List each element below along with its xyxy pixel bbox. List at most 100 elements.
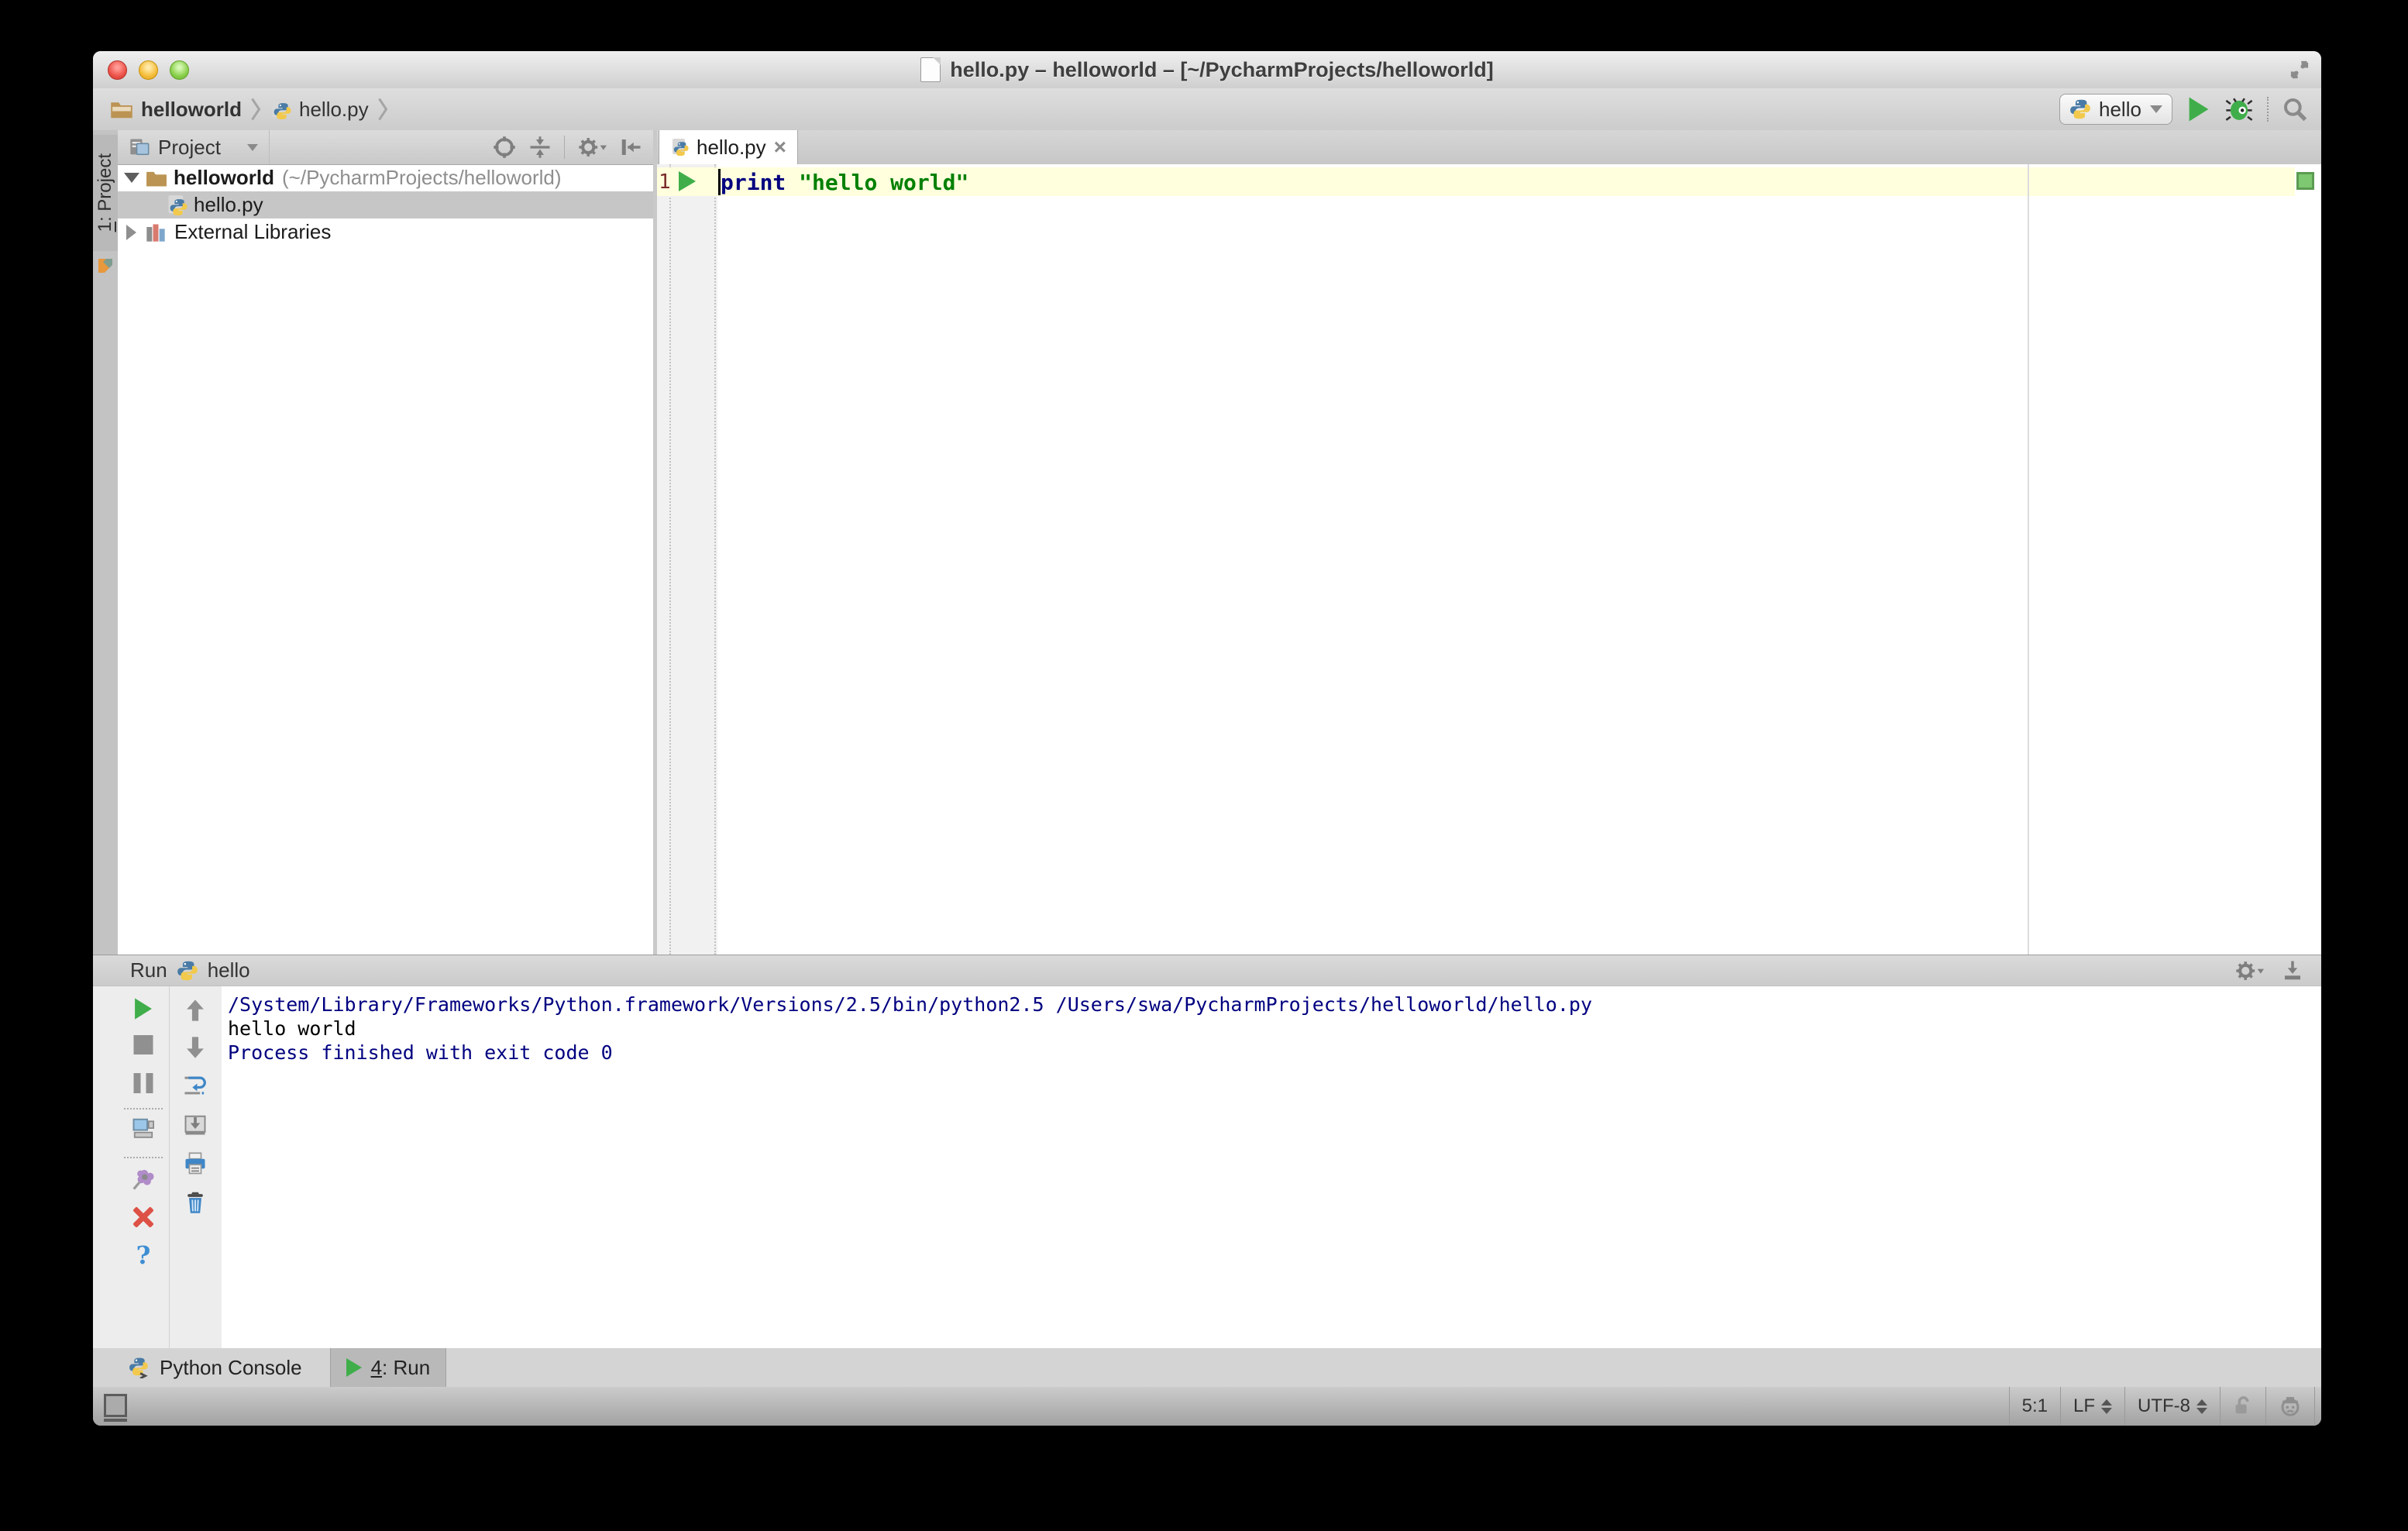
resize-grip-icon[interactable] bbox=[2289, 59, 2310, 81]
search-everywhere-button[interactable] bbox=[2282, 97, 2307, 122]
libraries-icon bbox=[146, 224, 165, 242]
run-button[interactable] bbox=[2186, 96, 2211, 122]
code-line-1: print "hello world" bbox=[721, 170, 968, 195]
tree-row-external-libraries[interactable]: External Libraries bbox=[118, 218, 653, 246]
toolbar-separator bbox=[564, 136, 565, 159]
restore-layout-button[interactable] bbox=[132, 1116, 155, 1140]
window-title: hello.py – helloworld – [~/PycharmProjec… bbox=[950, 57, 1494, 81]
line-number: 1 bbox=[659, 170, 671, 194]
breadcrumb-file[interactable]: hello.py bbox=[299, 98, 369, 122]
run-settings-button[interactable] bbox=[2234, 959, 2264, 982]
panel-settings-button[interactable] bbox=[577, 136, 607, 159]
console-stdout-line: hello world bbox=[228, 1017, 356, 1040]
toolbar-separator bbox=[124, 1157, 163, 1158]
pin-tab-button[interactable] bbox=[132, 1166, 155, 1191]
toggle-tool-window-buttons-icon[interactable] bbox=[104, 1394, 127, 1422]
python-console-label: Python Console bbox=[160, 1355, 302, 1379]
next-occurrence-button[interactable] bbox=[184, 1036, 206, 1059]
caret-position-widget[interactable]: 5:1 bbox=[2008, 1387, 2060, 1426]
rerun-button[interactable] bbox=[132, 997, 154, 1020]
prev-occurrence-button[interactable] bbox=[184, 999, 206, 1022]
run-controls: hello bbox=[2059, 94, 2321, 125]
status-widgets: 5:1 LF UTF-8 bbox=[2008, 1387, 2315, 1426]
tree-row-project-root[interactable]: helloworld (~/PycharmProjects/helloworld… bbox=[118, 164, 653, 191]
clear-console-button[interactable] bbox=[184, 1189, 207, 1214]
right-margin-guide bbox=[2028, 164, 2029, 955]
project-view-icon bbox=[130, 139, 150, 156]
inspection-status-indicator[interactable] bbox=[2296, 172, 2314, 190]
editor-area: hello.py × 1 print "hello world" bbox=[657, 130, 2321, 955]
help-button[interactable]: ? bbox=[136, 1240, 151, 1270]
hide-tool-window-button[interactable] bbox=[2281, 959, 2304, 982]
run-button-label: 4: Run bbox=[370, 1355, 431, 1379]
print-button[interactable] bbox=[184, 1152, 207, 1175]
code-string: "hello world" bbox=[799, 170, 969, 195]
scroll-to-end-button[interactable] bbox=[184, 1113, 207, 1137]
run-tool-window-button[interactable]: 4: Run bbox=[329, 1348, 447, 1387]
run-toolbar-primary: ? bbox=[118, 986, 170, 1349]
code-keyword: print bbox=[721, 170, 786, 195]
sort-arrows-icon bbox=[2196, 1399, 2207, 1414]
run-toolbar-secondary bbox=[169, 986, 222, 1349]
collapse-all-button[interactable] bbox=[528, 136, 552, 159]
run-tool-window-header[interactable]: Run hello bbox=[93, 955, 2321, 986]
window-title-group: hello.py – helloworld – [~/PycharmProjec… bbox=[93, 51, 2321, 88]
tree-row-hello-py[interactable]: hello.py bbox=[118, 191, 653, 218]
folder-icon bbox=[111, 102, 132, 119]
locate-file-button[interactable] bbox=[493, 136, 516, 159]
tree-libraries-label: External Libraries bbox=[174, 220, 332, 243]
close-tool-window-button[interactable] bbox=[132, 1206, 154, 1228]
debug-button[interactable] bbox=[2225, 96, 2253, 122]
encoding-widget[interactable]: UTF-8 bbox=[2124, 1387, 2220, 1426]
chevron-separator-icon bbox=[251, 98, 261, 121]
inspector-icon bbox=[2281, 1397, 2300, 1416]
collapse-arrow-icon[interactable] bbox=[124, 173, 139, 183]
readonly-toggle-widget[interactable] bbox=[2220, 1387, 2265, 1426]
soft-wrap-button[interactable] bbox=[183, 1073, 208, 1098]
editor-body[interactable]: 1 print "hello world" bbox=[657, 164, 2321, 955]
run-panel-title: Run bbox=[130, 958, 167, 982]
main-content: 1: Project Project helloworld (~/Pycharm… bbox=[93, 130, 2321, 955]
python-icon bbox=[2070, 99, 2090, 119]
chevron-down-icon bbox=[2150, 105, 2162, 113]
line-separator-widget[interactable]: LF bbox=[2059, 1387, 2124, 1426]
structure-stripe-icon[interactable] bbox=[96, 256, 115, 274]
python-console-button[interactable]: Python Console bbox=[113, 1348, 318, 1387]
run-icon bbox=[346, 1358, 362, 1377]
inspection-profile-widget[interactable] bbox=[2265, 1387, 2315, 1426]
toolbar-separator bbox=[2267, 97, 2269, 122]
python-console-icon bbox=[129, 1357, 148, 1378]
sort-arrows-icon bbox=[2101, 1399, 2112, 1414]
python-file-icon bbox=[673, 138, 689, 157]
breadcrumb: helloworld hello.py bbox=[93, 98, 389, 122]
console-exit-line: Process finished with exit code 0 bbox=[228, 1041, 613, 1064]
pycharm-window: hello.py – helloworld – [~/PycharmProjec… bbox=[93, 51, 2321, 1426]
project-panel: Project helloworld (~/PycharmProjects/he… bbox=[118, 130, 654, 955]
navigation-bar: helloworld hello.py hello bbox=[93, 88, 2321, 131]
hide-panel-button[interactable] bbox=[619, 136, 642, 159]
stop-button[interactable] bbox=[133, 1035, 153, 1054]
project-stripe-button[interactable]: 1: Project bbox=[93, 135, 118, 251]
breadcrumb-project[interactable]: helloworld bbox=[141, 98, 242, 122]
project-panel-header: Project bbox=[118, 130, 653, 165]
run-tool-window: Run hello ? /System/Library/Frameworks/P… bbox=[93, 955, 2321, 1349]
python-icon bbox=[177, 961, 198, 980]
status-bar: 5:1 LF UTF-8 bbox=[93, 1387, 2321, 1426]
tree-root-path: (~/PycharmProjects/helloworld) bbox=[282, 166, 562, 189]
tool-window-stripe: 1: Project bbox=[93, 130, 119, 955]
run-line-marker-icon[interactable] bbox=[679, 171, 696, 191]
tab-hello-py[interactable]: hello.py × bbox=[659, 130, 798, 164]
console-output[interactable]: /System/Library/Frameworks/Python.framew… bbox=[222, 986, 2321, 1349]
close-tab-icon[interactable]: × bbox=[774, 136, 786, 158]
project-tree: helloworld (~/PycharmProjects/helloworld… bbox=[118, 164, 653, 246]
project-view-select[interactable]: Project bbox=[118, 130, 270, 164]
run-configuration-select[interactable]: hello bbox=[2059, 94, 2172, 125]
pause-output-button[interactable] bbox=[133, 1073, 153, 1093]
tree-file-name: hello.py bbox=[194, 193, 263, 216]
python-file-icon bbox=[272, 99, 291, 119]
project-stripe-label: 1: Project bbox=[95, 153, 115, 232]
chevron-separator-icon bbox=[377, 98, 387, 121]
title-bar[interactable]: hello.py – helloworld – [~/PycharmProjec… bbox=[93, 51, 2321, 89]
expand-arrow-icon[interactable] bbox=[126, 224, 136, 240]
tree-root-name: helloworld bbox=[174, 166, 274, 189]
